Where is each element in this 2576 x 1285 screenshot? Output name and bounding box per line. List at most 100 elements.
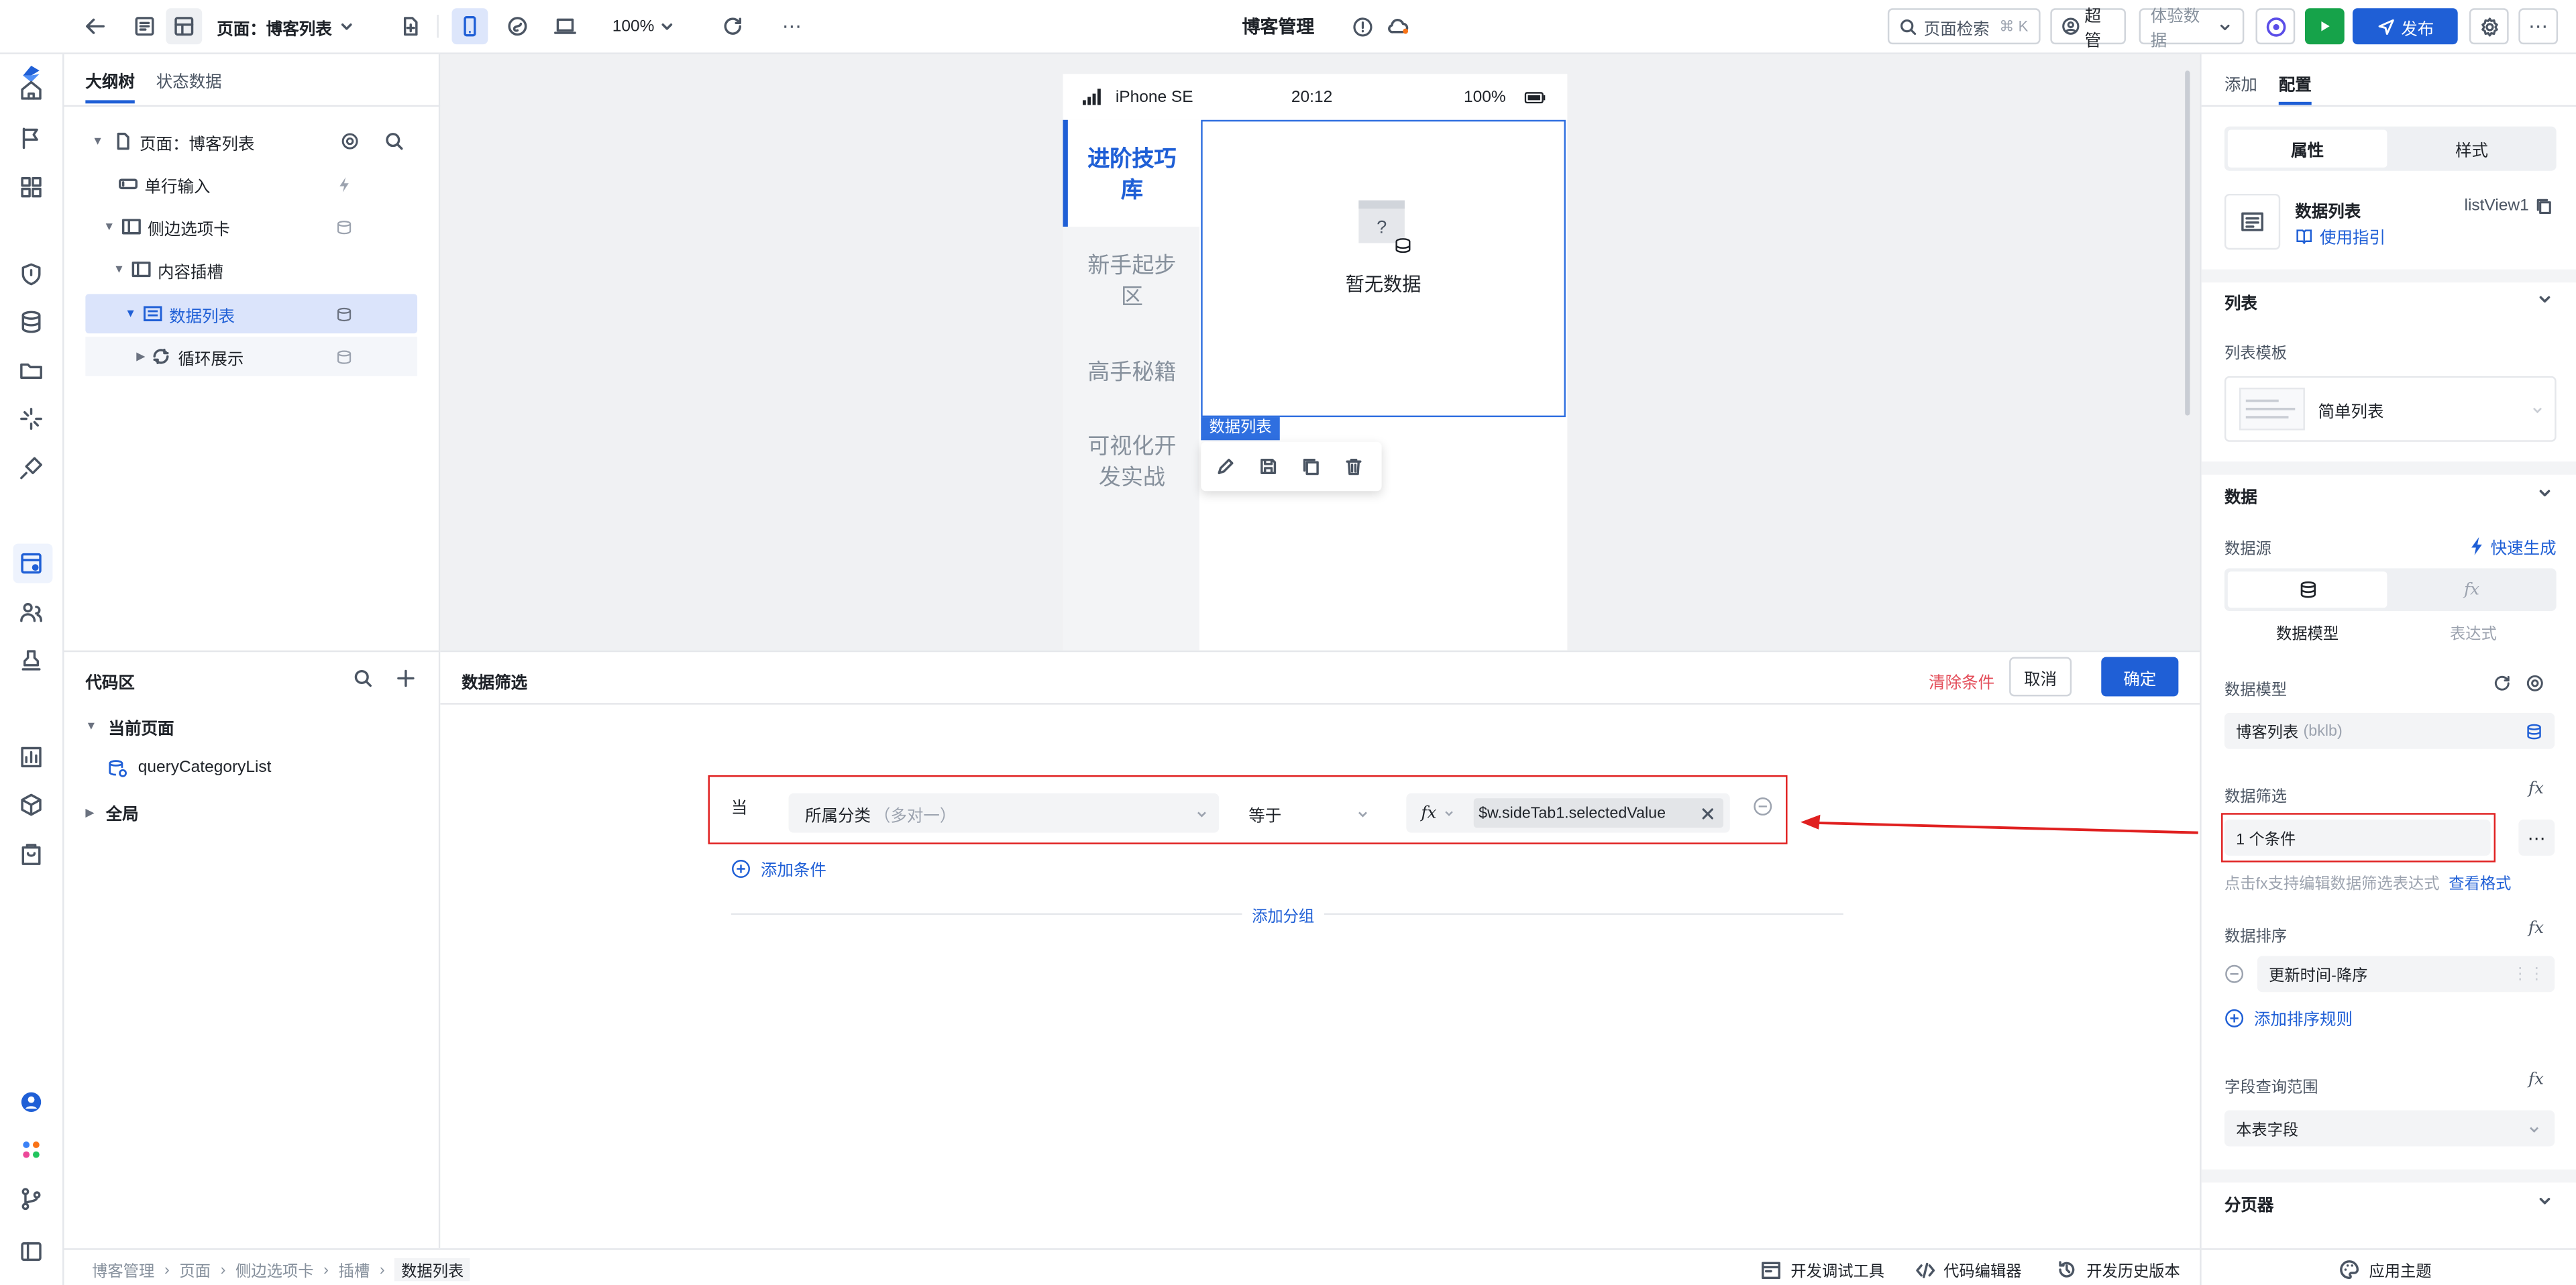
datasource-expression-option[interactable]: 𝑓x <box>2390 571 2553 608</box>
desktop-view-button[interactable] <box>547 8 584 44</box>
side-tab-advanced[interactable]: 进阶技巧库 <box>1083 143 1181 205</box>
mobile-view-button[interactable] <box>451 8 488 45</box>
seg-tab-properties[interactable]: 属性 <box>2227 129 2387 168</box>
tab-config[interactable]: 配置 <box>2279 70 2312 95</box>
grid-icon[interactable] <box>18 174 44 201</box>
user-menu[interactable]: 超管 <box>2050 8 2127 51</box>
fx-icon[interactable]: fx <box>1421 804 1436 822</box>
query-item[interactable]: queryCategoryList <box>107 757 271 779</box>
data-env-select[interactable]: 体验数据 <box>2139 8 2245 51</box>
chevron-down-icon[interactable] <box>2536 290 2553 306</box>
data-model-select[interactable]: 博客列表 (bklb) <box>2224 712 2555 749</box>
close-icon[interactable] <box>1701 805 1715 820</box>
palette-icon[interactable] <box>18 1137 44 1163</box>
sort-rule[interactable]: 更新时间-降序 ⋮⋮ <box>2257 956 2555 993</box>
data-list-selected[interactable] <box>1201 119 1566 418</box>
stamp-icon[interactable] <box>18 647 44 673</box>
breadcrumb-item[interactable]: 插槽 <box>339 1258 370 1281</box>
history-button[interactable]: 开发历史版本 <box>2057 1258 2180 1281</box>
guide-link[interactable]: 使用指引 <box>2295 223 2385 248</box>
page-list-button[interactable] <box>127 8 163 44</box>
remove-sort-icon[interactable] <box>2224 964 2244 984</box>
plus-icon[interactable] <box>396 669 415 688</box>
run-button[interactable] <box>2304 8 2345 45</box>
sparkle-icon[interactable] <box>18 406 44 432</box>
field-scope-select[interactable]: 本表字段 <box>2224 1110 2555 1147</box>
breadcrumb-item[interactable]: 页面 <box>179 1258 211 1281</box>
field-select[interactable]: 所属分类 （多对一） <box>788 793 1220 833</box>
collapse-panel-icon[interactable] <box>18 1239 44 1265</box>
gear-icon[interactable] <box>2525 673 2544 693</box>
copy-icon[interactable] <box>1301 457 1321 476</box>
tree-item-loop[interactable]: ▶ 循环展示 <box>85 337 418 376</box>
more-button[interactable]: ⋯ <box>775 8 808 44</box>
tab-state-data[interactable]: 状态数据 <box>156 67 222 92</box>
chevron-down-icon[interactable] <box>2536 1192 2553 1209</box>
confirm-button[interactable]: 确定 <box>2101 657 2179 697</box>
remove-condition-icon[interactable] <box>1753 797 1772 816</box>
breadcrumb-item[interactable]: 侧边选项卡 <box>235 1258 313 1281</box>
app-theme-button[interactable]: 应用主题 <box>2339 1258 2432 1281</box>
tree-item-input[interactable]: 单行输入 <box>85 164 440 204</box>
trash-icon[interactable] <box>1344 457 1363 476</box>
drag-handle-icon[interactable]: ⋮⋮ <box>2512 965 2545 983</box>
more-menu-button[interactable]: ⋯ <box>2518 8 2559 45</box>
chevron-down-icon[interactable] <box>2536 484 2553 500</box>
list-template-select[interactable]: 简单列表 <box>2224 376 2557 442</box>
zoom-select[interactable]: 100% <box>608 8 680 44</box>
code-editor-button[interactable]: 代码编辑器 <box>1916 1258 2022 1281</box>
data-filter-input[interactable]: 1 个条件 <box>2224 820 2491 856</box>
miniprogram-view-button[interactable] <box>499 8 535 44</box>
tree-item-side-tab[interactable]: ▼ 侧边选项卡 <box>85 207 440 247</box>
page-editor-icon[interactable] <box>18 550 44 576</box>
copy-icon[interactable] <box>2535 197 2553 215</box>
operator-select[interactable]: 等于 <box>1232 793 1380 833</box>
tree-item-page[interactable]: ▼ 页面：博客列表 <box>85 121 440 161</box>
add-page-button[interactable] <box>394 8 427 44</box>
settings-button[interactable] <box>2469 8 2509 45</box>
info-button[interactable] <box>1347 8 1377 44</box>
filter-more-button[interactable]: ⋯ <box>2518 820 2555 856</box>
cancel-button[interactable]: 取消 <box>2009 657 2072 697</box>
refresh-icon[interactable] <box>2492 673 2512 693</box>
database-icon[interactable] <box>18 309 44 335</box>
add-condition-button[interactable]: 添加条件 <box>731 856 826 881</box>
side-tab-visual-dev[interactable]: 可视化开发实战 <box>1083 431 1181 493</box>
breadcrumb-item[interactable]: 博客管理 <box>92 1258 154 1281</box>
dev-tools-button[interactable]: 开发调试工具 <box>1761 1258 1884 1281</box>
breadcrumb-current[interactable]: 数据列表 <box>394 1258 471 1282</box>
tab-add[interactable]: 添加 <box>2224 70 2257 95</box>
view-format-link[interactable]: 查看格式 <box>2449 875 2511 893</box>
seg-tab-style[interactable]: 样式 <box>2390 129 2553 167</box>
plug-icon[interactable] <box>18 455 44 481</box>
cube-icon[interactable] <box>18 791 44 818</box>
fx-icon[interactable]: 𝑓x <box>2528 780 2544 798</box>
quick-generate-button[interactable]: 快速生成 <box>2469 534 2557 559</box>
clear-conditions-button[interactable]: 清除条件 <box>1929 669 1994 693</box>
publish-button[interactable]: 发布 <box>2352 8 2458 45</box>
layout-button[interactable] <box>166 8 203 45</box>
canvas-scrollbar[interactable] <box>2185 70 2190 416</box>
refresh-button[interactable] <box>716 8 749 44</box>
account-icon[interactable] <box>18 1089 44 1115</box>
flag-icon[interactable] <box>18 125 44 151</box>
add-sort-button[interactable]: 添加排序规则 <box>2224 1005 2353 1030</box>
chart-icon[interactable] <box>18 744 44 770</box>
shield-icon[interactable] <box>18 261 44 287</box>
fx-icon[interactable]: 𝑓x <box>2528 1071 2544 1089</box>
search-icon[interactable] <box>384 131 404 151</box>
page-selector[interactable]: 页面：博客列表 <box>217 8 364 44</box>
fx-icon[interactable]: 𝑓x <box>2528 919 2544 938</box>
git-branch-icon[interactable] <box>18 1186 44 1212</box>
back-button[interactable] <box>79 8 112 44</box>
add-group-button[interactable]: 添加分组 <box>1242 903 1324 927</box>
preview-button[interactable] <box>2255 8 2296 45</box>
page-search-button[interactable]: 页面检索 ⌘ K <box>1887 8 2041 45</box>
tree-global[interactable]: ▶ 全局 <box>85 800 138 824</box>
tree-current-page[interactable]: ▼ 当前页面 <box>85 714 174 739</box>
tree-item-content-slot[interactable]: ▼ 内容插槽 <box>85 249 440 289</box>
edit-icon[interactable] <box>1216 457 1235 476</box>
bag-icon[interactable] <box>18 841 44 867</box>
user-group-icon[interactable] <box>18 600 44 626</box>
folder-cloud-icon[interactable] <box>18 358 44 384</box>
